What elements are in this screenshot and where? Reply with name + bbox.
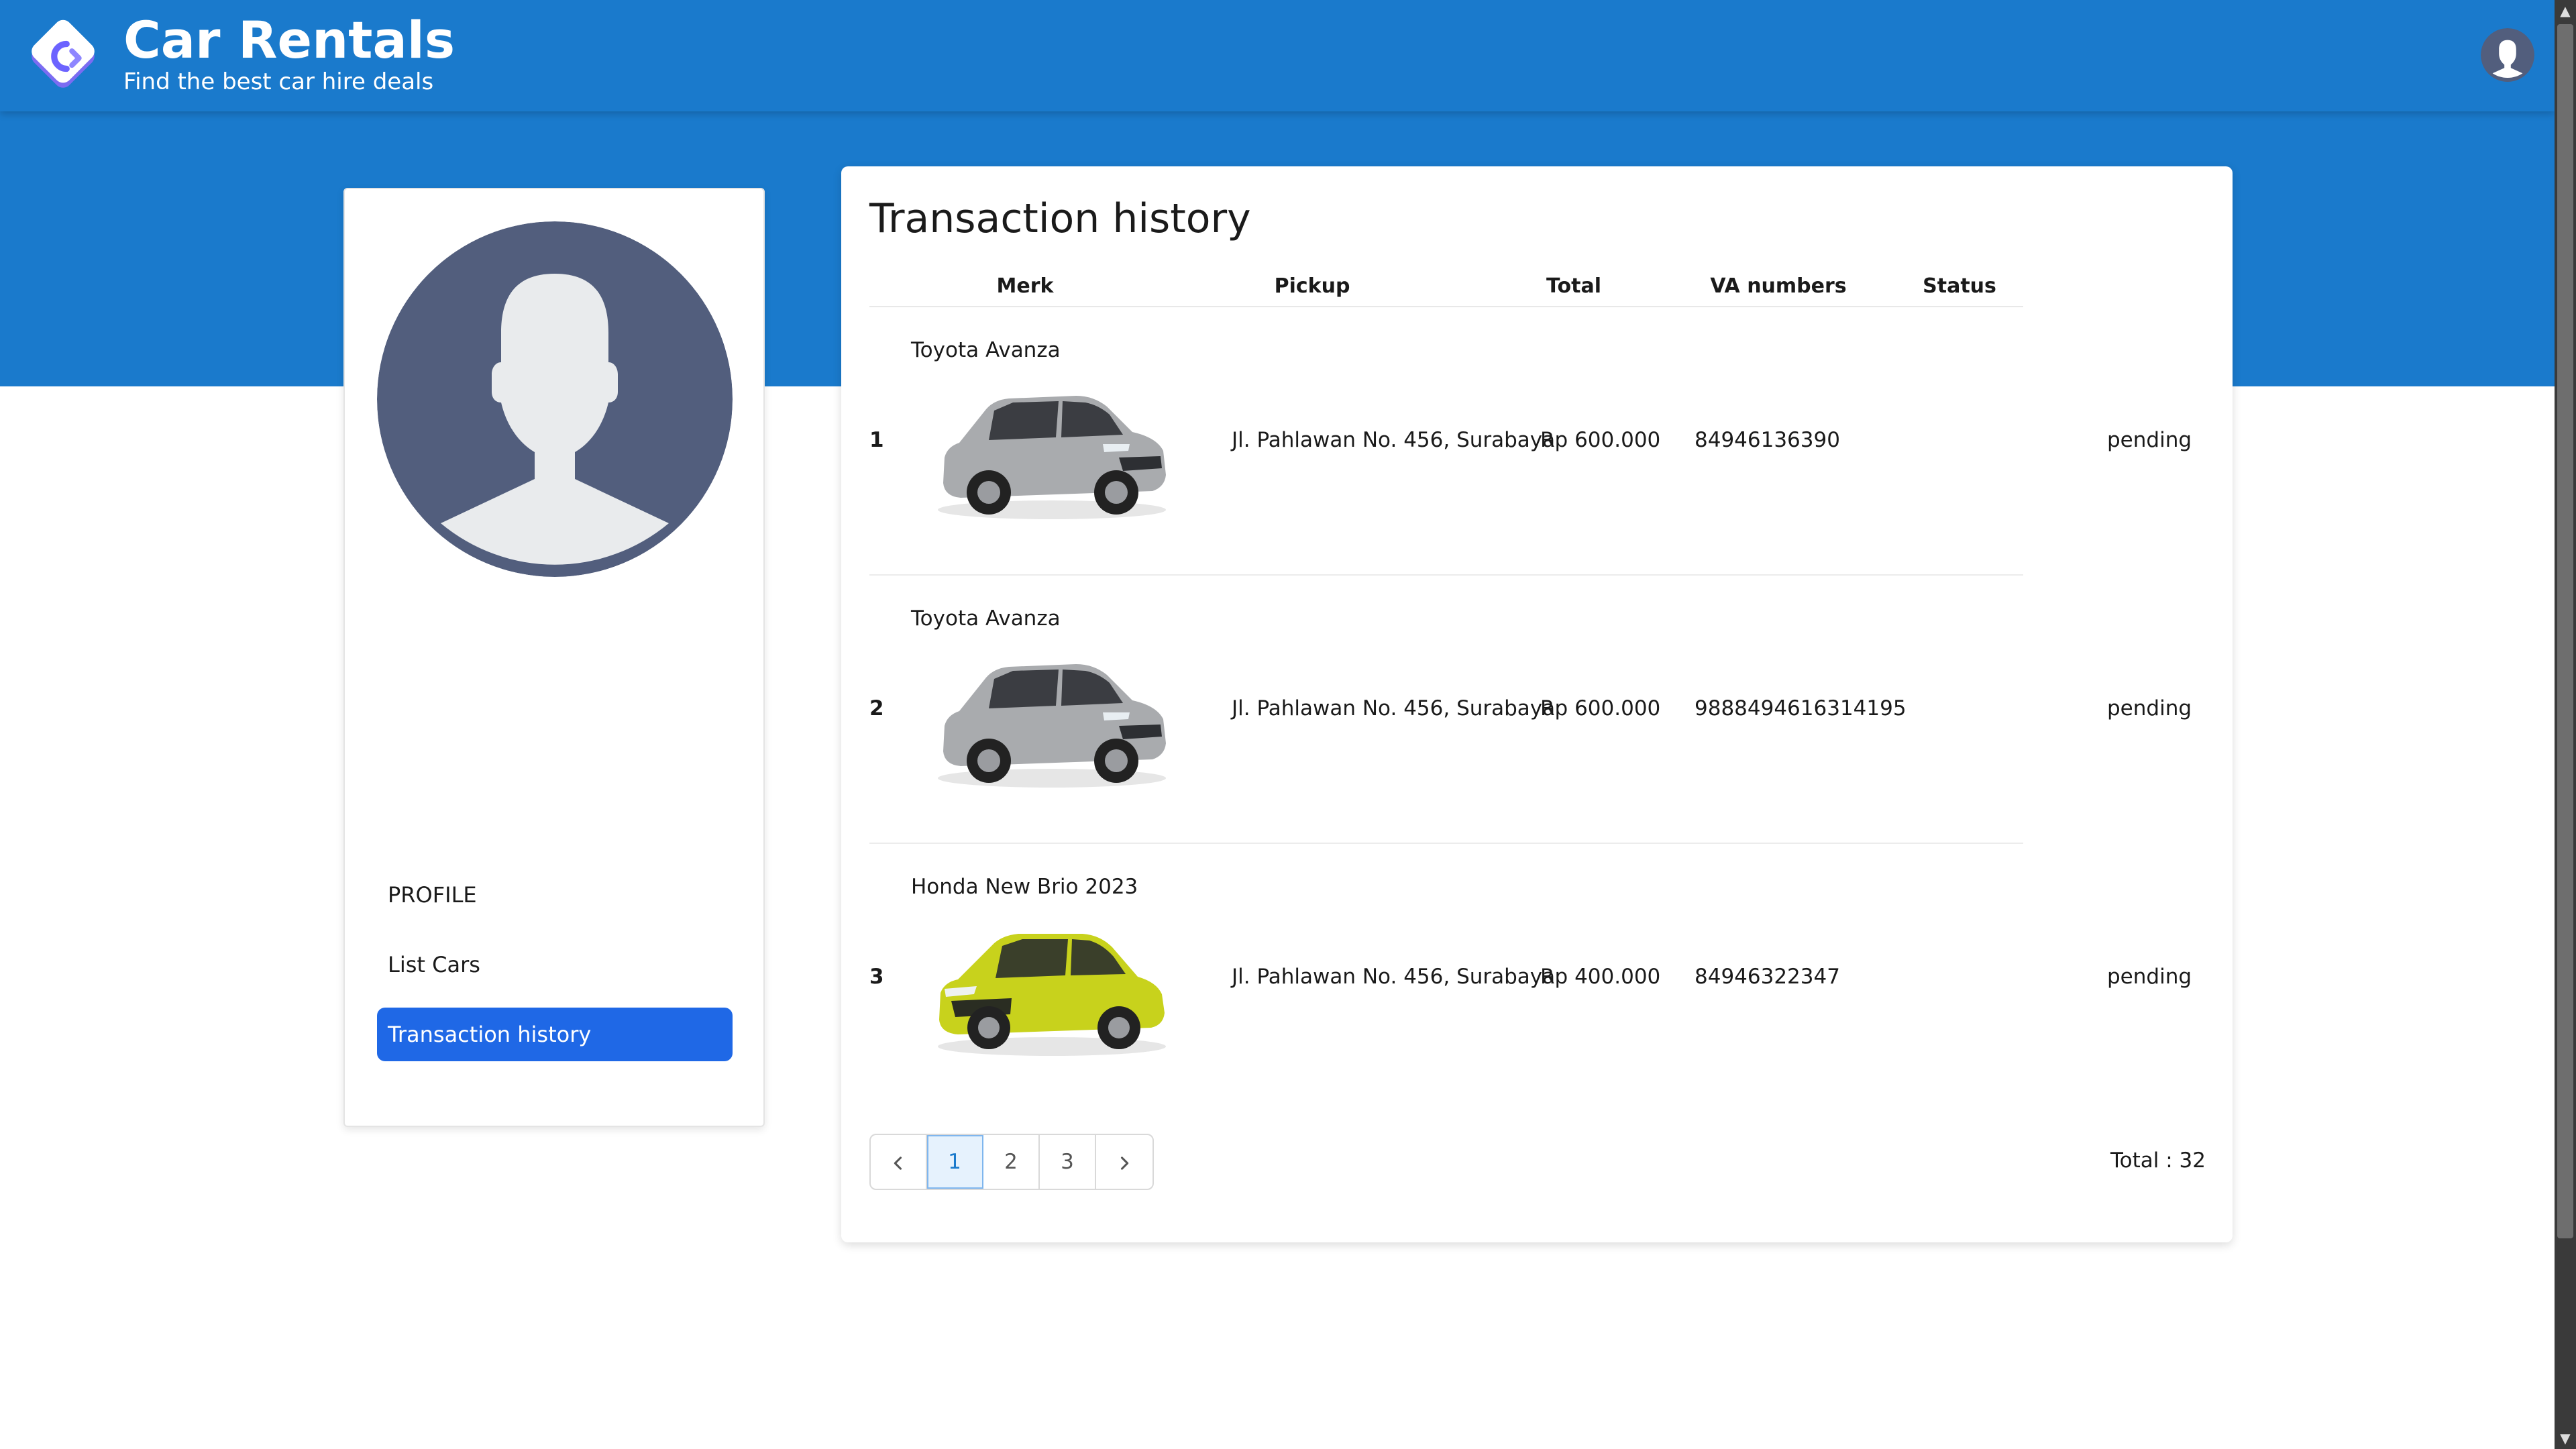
page-button-2[interactable]: 2 xyxy=(983,1135,1040,1189)
car-name: Toyota Avanza xyxy=(911,338,1061,362)
va-number: 9888494616314195 xyxy=(1695,696,1907,720)
app-subtitle: Find the best car hire deals xyxy=(123,68,434,95)
scrollbar-thumb[interactable] xyxy=(2557,24,2573,1238)
app-title: Car Rentals xyxy=(123,10,455,70)
pagination: 1 2 3 xyxy=(869,1134,1154,1190)
user-avatar-icon xyxy=(2481,28,2534,82)
status-text: pending xyxy=(2107,696,2192,720)
row-number: 3 xyxy=(869,965,884,989)
app-logo-icon[interactable] xyxy=(19,12,107,101)
sidebar-card: PROFILE List Cars Transaction history xyxy=(343,188,765,1127)
profile-avatar-icon xyxy=(377,221,733,577)
status-text: pending xyxy=(2107,428,2192,452)
total-price: Rp 600.000 xyxy=(1540,428,1661,452)
total-price: Rp 600.000 xyxy=(1540,696,1661,720)
status-text: pending xyxy=(2107,965,2192,989)
app-header: Car Rentals Find the best car hire deals xyxy=(0,0,2555,111)
chevron-left-icon xyxy=(894,1156,902,1170)
table-row[interactable]: 2 Toyota Avanza Jl. Pahlawan No. 456, Su… xyxy=(869,576,2192,844)
column-header-pickup: Pickup xyxy=(1274,274,1350,298)
car-image xyxy=(938,396,1166,519)
car-image xyxy=(938,664,1166,788)
page-title: Transaction history xyxy=(869,195,1251,242)
column-header-va-numbers: VA numbers xyxy=(1710,274,1847,298)
chevron-right-icon xyxy=(1120,1156,1129,1170)
table-row[interactable]: 3 Honda New Brio 2023 Jl. Pahlawan No. 4… xyxy=(869,844,2192,1111)
scroll-up-arrow-icon[interactable]: ▲ xyxy=(2555,0,2576,21)
total-price: Rp 400.000 xyxy=(1540,965,1661,989)
pickup-address: Jl. Pahlawan No. 456, Surabaya xyxy=(1232,696,1556,720)
transaction-table: Merk Pickup Total VA numbers Status 1 To… xyxy=(869,267,2192,1111)
column-header-total: Total xyxy=(1546,274,1601,298)
car-image xyxy=(938,934,1166,1056)
car-name: Honda New Brio 2023 xyxy=(911,875,1138,899)
prev-page-button[interactable] xyxy=(871,1135,927,1189)
next-page-button[interactable] xyxy=(1096,1135,1152,1189)
table-header: Merk Pickup Total VA numbers Status xyxy=(869,267,2023,307)
column-header-status: Status xyxy=(1923,274,1996,298)
pickup-address: Jl. Pahlawan No. 456, Surabaya xyxy=(1232,965,1556,989)
car-name: Toyota Avanza xyxy=(911,606,1061,631)
table-row[interactable]: 1 Toyota Avanza Jl. Pahlawan No. 456, Su… xyxy=(869,307,2192,576)
pickup-address: Jl. Pahlawan No. 456, Surabaya xyxy=(1232,428,1556,452)
va-number: 84946136390 xyxy=(1695,428,1840,452)
scroll-down-arrow-icon[interactable]: ▼ xyxy=(2555,1428,2576,1449)
va-number: 84946322347 xyxy=(1695,965,1840,989)
sidebar-item-transaction-history[interactable]: Transaction history xyxy=(377,1008,733,1061)
user-avatar-button[interactable] xyxy=(2481,28,2534,82)
column-header-merk: Merk xyxy=(996,274,1054,298)
sidebar-item-profile[interactable]: PROFILE xyxy=(377,868,733,922)
total-count: Total : 32 xyxy=(2110,1148,2206,1173)
page-button-3[interactable]: 3 xyxy=(1040,1135,1096,1189)
page-button-1[interactable]: 1 xyxy=(927,1135,983,1189)
row-number: 1 xyxy=(869,428,884,452)
vertical-scrollbar[interactable]: ▲ ▼ xyxy=(2555,0,2576,1449)
row-number: 2 xyxy=(869,696,884,720)
profile-avatar xyxy=(377,221,733,577)
transaction-card: Transaction history Merk Pickup Total VA… xyxy=(841,166,2233,1242)
sidebar-item-list-cars[interactable]: List Cars xyxy=(377,938,733,991)
